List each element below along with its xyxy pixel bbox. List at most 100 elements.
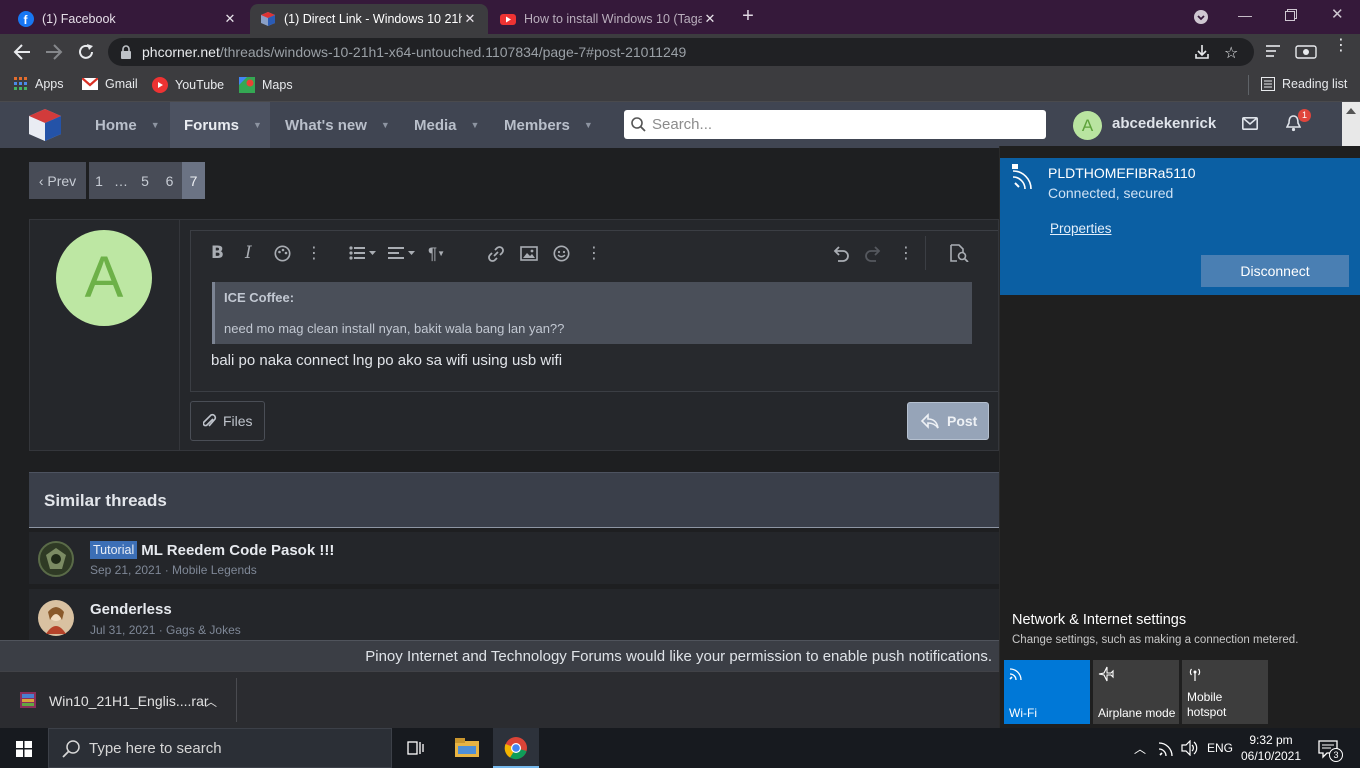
thread-tag-badge[interactable]: Tutorial: [90, 541, 138, 559]
thread-avatar[interactable]: [38, 541, 74, 577]
italic-icon[interactable]: I: [245, 243, 252, 263]
attach-files-button[interactable]: Files: [190, 401, 265, 441]
tab-facebook[interactable]: f (1) Facebook ✕: [8, 4, 248, 34]
more-options-icon[interactable]: ⋮: [586, 243, 602, 263]
nav-forums[interactable]: Forums ▼: [170, 102, 270, 148]
chevron-down-icon[interactable]: ▼: [471, 120, 480, 130]
clock[interactable]: 9:32 pm 06/10/2021: [1238, 732, 1304, 764]
chrome-taskbar-button[interactable]: [493, 728, 539, 768]
volume-icon[interactable]: [1181, 740, 1199, 756]
text-color-palette-icon[interactable]: [274, 245, 291, 262]
task-view-icon[interactable]: [406, 739, 426, 757]
pagination-prev-button[interactable]: ‹ Prev: [29, 162, 86, 199]
download-icon[interactable]: [1194, 44, 1210, 60]
scrollbar-track[interactable]: [1342, 102, 1360, 148]
pagination-page-1[interactable]: 1: [89, 162, 109, 199]
quick-action-label: Mobile hotspot: [1187, 690, 1227, 719]
bold-icon[interactable]: B: [211, 243, 224, 263]
extension-icon[interactable]: [1295, 42, 1317, 62]
thread-title-link[interactable]: Genderless: [90, 601, 172, 618]
push-notification-banner[interactable]: Pinoy Internet and Technology Forums wou…: [0, 640, 1000, 671]
bookmark-gmail[interactable]: Gmail: [82, 77, 138, 91]
chevron-up-icon[interactable]: ︿: [205, 693, 217, 710]
file-explorer-icon[interactable]: [455, 738, 479, 758]
bookmark-apps[interactable]: Apps: [14, 77, 64, 91]
redo-icon[interactable]: [864, 245, 882, 262]
restore-icon[interactable]: [1285, 9, 1297, 21]
pagination-page-6[interactable]: 6: [157, 162, 182, 199]
nav-whats-new[interactable]: What's new ▼: [270, 102, 405, 148]
alerts-badge: 1: [1298, 109, 1311, 122]
pagination-page-5[interactable]: 5: [133, 162, 157, 199]
quick-action-wifi[interactable]: Wi-Fi: [1004, 660, 1090, 724]
properties-link[interactable]: Properties: [1050, 221, 1112, 236]
tab-search-icon[interactable]: [1193, 9, 1209, 25]
bookmark-maps[interactable]: Maps: [239, 77, 293, 93]
close-window-icon[interactable]: ✕: [1331, 5, 1344, 23]
tab-youtube[interactable]: How to install Windows 10 (Tagalog ✕: [490, 4, 728, 34]
nav-members[interactable]: Members ▼: [489, 102, 608, 148]
list-item[interactable]: Tutorial ML Reedem Code Pasok !!! Sep 21…: [29, 532, 999, 584]
disconnect-button[interactable]: Disconnect: [1201, 255, 1349, 287]
nav-home[interactable]: Home ▼: [80, 102, 175, 148]
browser-tab-strip: f (1) Facebook ✕ (1) Direct Link - Windo…: [0, 0, 1360, 34]
minimize-icon[interactable]: —: [1238, 7, 1252, 23]
wifi-tray-icon[interactable]: [1158, 740, 1174, 756]
pagination-page-7-current[interactable]: 7: [182, 162, 205, 199]
avatar[interactable]: A: [1073, 111, 1102, 140]
post-reply-button[interactable]: Post: [907, 402, 989, 440]
list-icon[interactable]: [349, 245, 377, 261]
link-icon[interactable]: [487, 245, 505, 263]
editor-body-text[interactable]: bali po naka connect lng po ako sa wifi …: [211, 352, 562, 369]
list-item[interactable]: Genderless Jul 31, 2021 · Gags & Jokes: [29, 589, 999, 640]
chevron-down-icon[interactable]: ▼: [584, 120, 593, 130]
chevron-down-icon[interactable]: ▼: [151, 120, 160, 130]
wifi-secured-icon: [1011, 163, 1037, 189]
taskbar-search-input[interactable]: Type here to search: [48, 728, 392, 768]
tab-phcorner[interactable]: (1) Direct Link - Windows 10 21h1 ✕: [250, 4, 488, 34]
new-tab-button[interactable]: +: [738, 6, 758, 26]
input-language[interactable]: ENG: [1207, 741, 1233, 755]
quick-action-airplane-mode[interactable]: Airplane mode: [1093, 660, 1179, 724]
menu-kebab-icon[interactable]: ⋮: [1333, 38, 1349, 54]
close-tab-icon[interactable]: ✕: [462, 11, 478, 27]
chevron-up-icon[interactable]: ︿: [1134, 740, 1146, 757]
lock-icon[interactable]: [120, 45, 132, 59]
nav-media[interactable]: Media ▼: [399, 102, 494, 148]
back-icon[interactable]: [13, 43, 31, 61]
reading-mode-icon[interactable]: [1266, 44, 1282, 58]
username-link[interactable]: abcedekenrick: [1112, 115, 1216, 132]
scroll-up-icon[interactable]: [1346, 108, 1356, 114]
thread-title-link[interactable]: ML Reedem Code Pasok !!!: [141, 542, 334, 559]
close-tab-icon[interactable]: ✕: [702, 11, 718, 27]
more-options-icon[interactable]: ⋮: [898, 243, 914, 263]
undo-icon[interactable]: [832, 245, 850, 262]
paragraph-icon[interactable]: ¶▼: [428, 244, 445, 264]
download-filename[interactable]: Win10_21H1_Englis....rar: [49, 693, 209, 709]
forward-icon[interactable]: [45, 43, 63, 61]
bookmark-youtube[interactable]: YouTube: [152, 77, 224, 93]
thread-meta: Jul 31, 2021 · Gags & Jokes: [90, 623, 241, 637]
image-icon[interactable]: [520, 246, 538, 261]
network-settings-link[interactable]: Network & Internet settings: [1012, 612, 1186, 628]
reading-list-button[interactable]: Reading list: [1261, 77, 1347, 91]
align-icon[interactable]: [388, 245, 416, 261]
preview-icon[interactable]: [949, 244, 969, 262]
bookmark-star-icon[interactable]: ☆: [1224, 43, 1238, 63]
reload-icon[interactable]: [77, 43, 95, 61]
emoji-icon[interactable]: [553, 245, 570, 262]
avatar[interactable]: A: [56, 230, 152, 326]
close-tab-icon[interactable]: ✕: [222, 11, 238, 27]
site-search-input[interactable]: Search...: [624, 110, 1046, 139]
pagination-ellipsis[interactable]: …: [109, 162, 133, 199]
windows-start-icon[interactable]: [16, 741, 32, 757]
address-bar[interactable]: phcorner.net/threads/windows-10-21h1-x64…: [108, 38, 1254, 66]
chevron-down-icon[interactable]: ▼: [253, 120, 262, 130]
site-logo-icon[interactable]: [27, 107, 63, 143]
chevron-down-icon[interactable]: ▼: [381, 120, 390, 130]
quick-action-mobile-hotspot[interactable]: Mobile hotspot: [1182, 660, 1268, 724]
inbox-icon[interactable]: [1242, 117, 1258, 130]
thread-avatar[interactable]: [38, 600, 74, 636]
wifi-network-card[interactable]: PLDTHOMEFIBRa5110 Connected, secured Pro…: [1000, 158, 1360, 295]
more-options-icon[interactable]: ⋮: [306, 243, 322, 263]
